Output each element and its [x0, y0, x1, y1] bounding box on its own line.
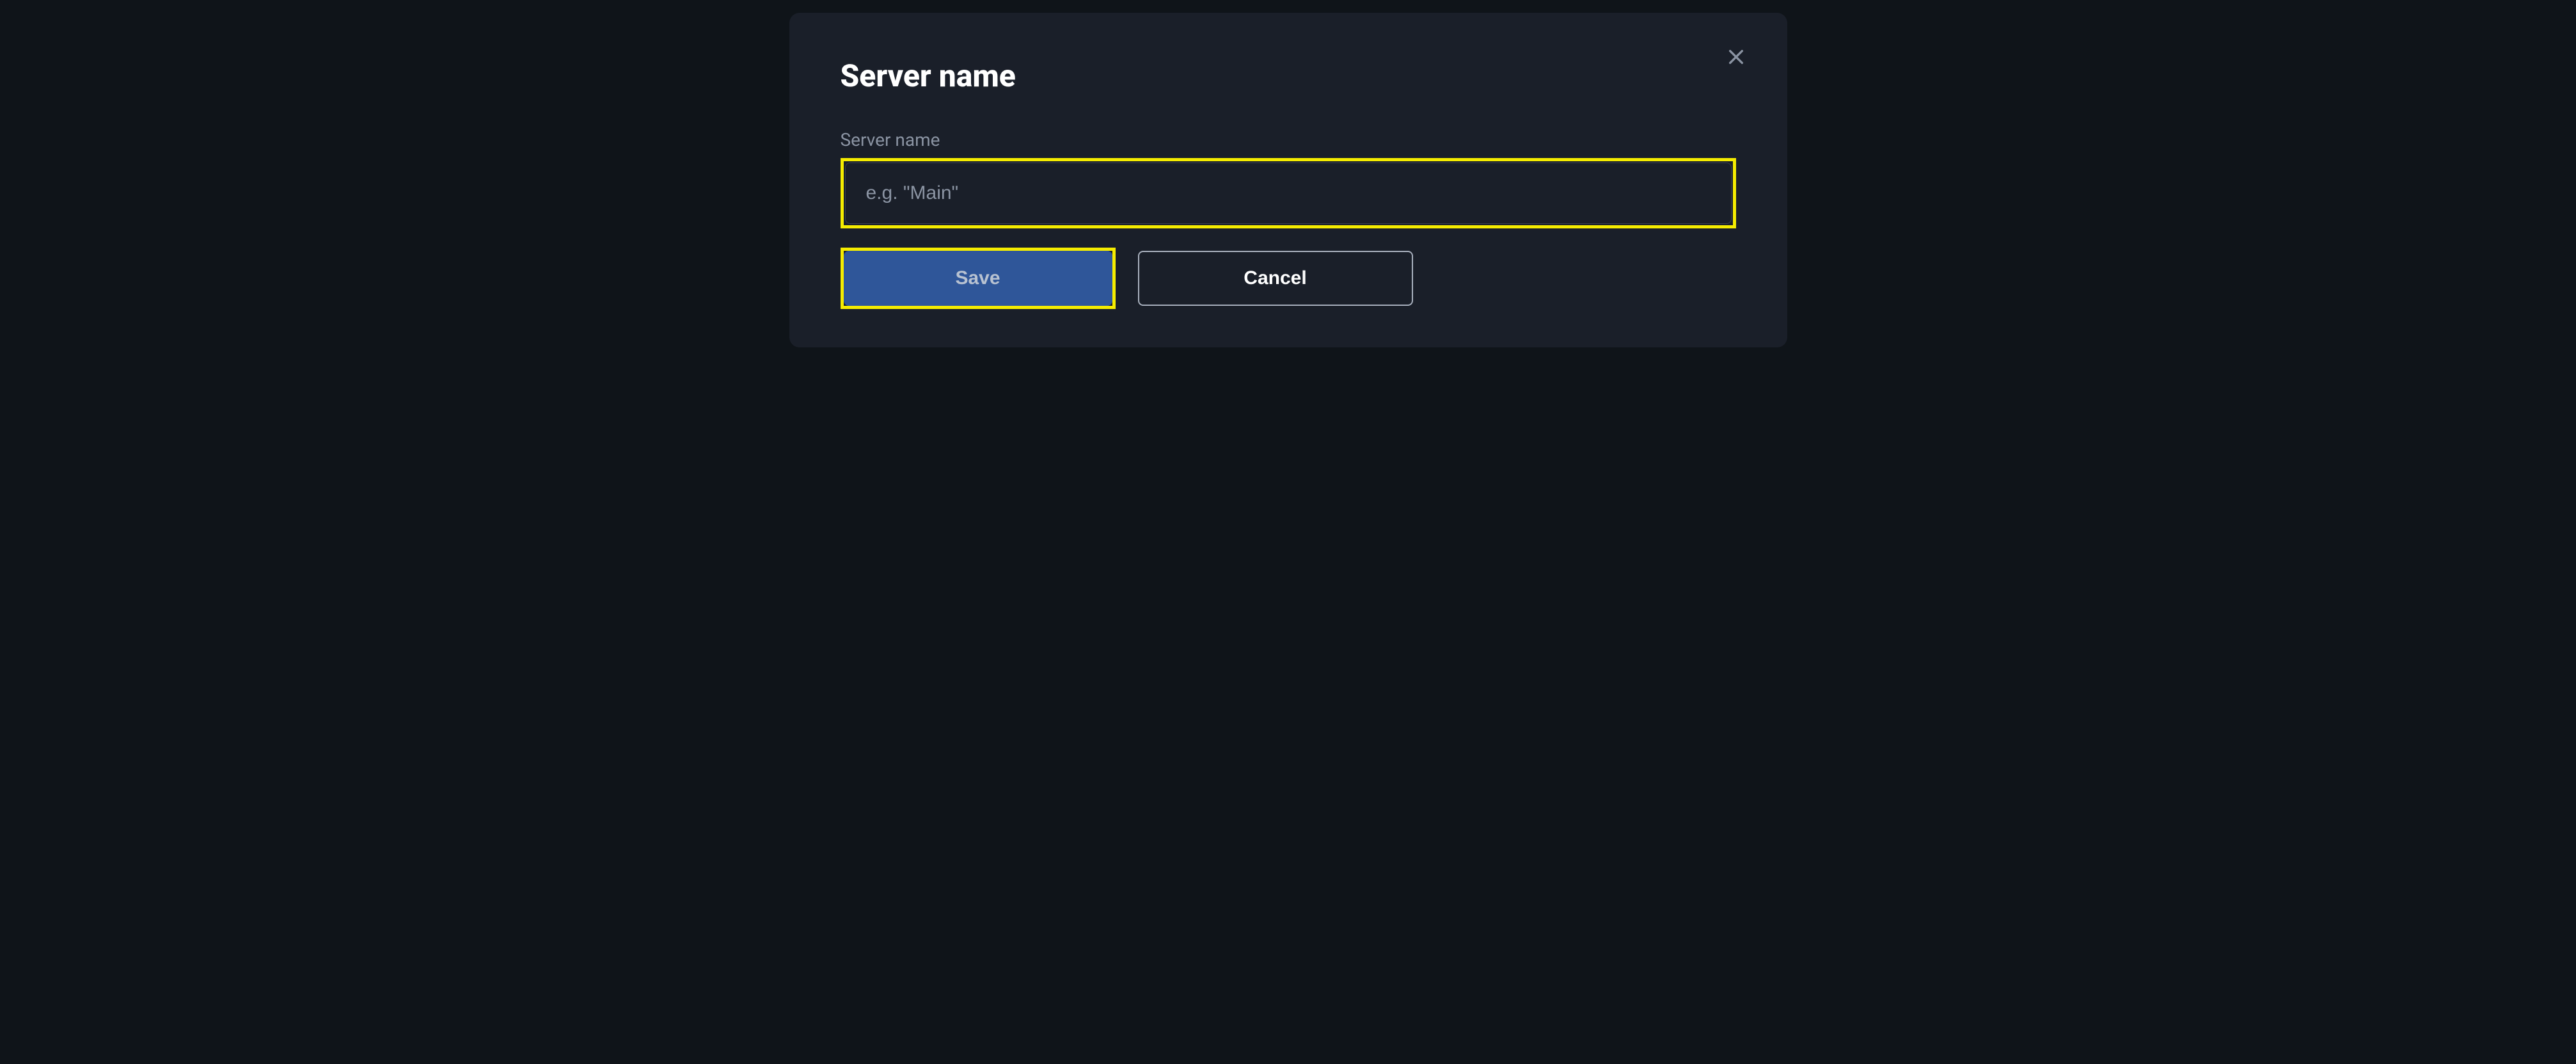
server-name-dialog: Server name Server name Save Cancel: [789, 13, 1787, 347]
save-button[interactable]: Save: [844, 251, 1112, 306]
cancel-button[interactable]: Cancel: [1138, 251, 1413, 306]
server-name-input[interactable]: [845, 163, 1732, 224]
close-icon: [1726, 47, 1746, 69]
input-highlight: [841, 158, 1736, 228]
button-row: Save Cancel: [841, 248, 1736, 309]
server-name-label: Server name: [841, 129, 1736, 150]
dialog-title: Server name: [841, 58, 1736, 94]
close-button[interactable]: [1723, 45, 1749, 70]
save-highlight: Save: [841, 248, 1116, 309]
